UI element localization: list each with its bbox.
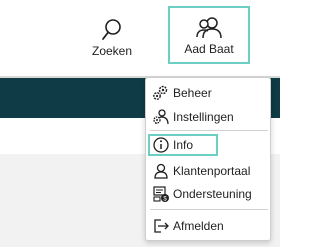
search-icon (101, 18, 123, 44)
menu-item-instellingen[interactable]: Instellingen (150, 106, 268, 128)
search-label: Zoeken (91, 44, 133, 58)
user-gear-icon (152, 108, 170, 126)
menu-separator (150, 130, 268, 131)
user-dropdown-menu: Beheer Instellingen Info Klantenportaal … (145, 77, 271, 241)
user-name-label: Aad Baat (184, 42, 234, 56)
user-menu-button[interactable]: Aad Baat (168, 6, 250, 64)
support-icon: $ (152, 185, 170, 203)
menu-item-info[interactable]: Info (148, 134, 218, 156)
menu-item-label: Afmelden (173, 219, 224, 233)
top-header: Zoeken Aad Baat (0, 0, 280, 76)
menu-item-afmelden[interactable]: Afmelden (150, 215, 268, 237)
menu-item-label: Ondersteuning (173, 187, 252, 201)
user-icon (152, 162, 170, 180)
gears-icon (152, 84, 170, 102)
info-icon (152, 136, 170, 154)
menu-item-label: Beheer (173, 86, 212, 100)
menu-item-ondersteuning[interactable]: $ Ondersteuning (150, 183, 268, 205)
users-icon (196, 16, 222, 42)
search-button[interactable]: Zoeken (86, 6, 138, 64)
logout-icon (152, 217, 170, 235)
menu-item-label: Klantenportaal (173, 164, 251, 178)
menu-item-klantenportaal[interactable]: Klantenportaal (150, 160, 268, 182)
menu-item-label: Info (173, 138, 194, 152)
menu-separator (150, 209, 268, 210)
menu-item-label: Instellingen (173, 110, 234, 124)
menu-item-beheer[interactable]: Beheer (150, 82, 268, 104)
